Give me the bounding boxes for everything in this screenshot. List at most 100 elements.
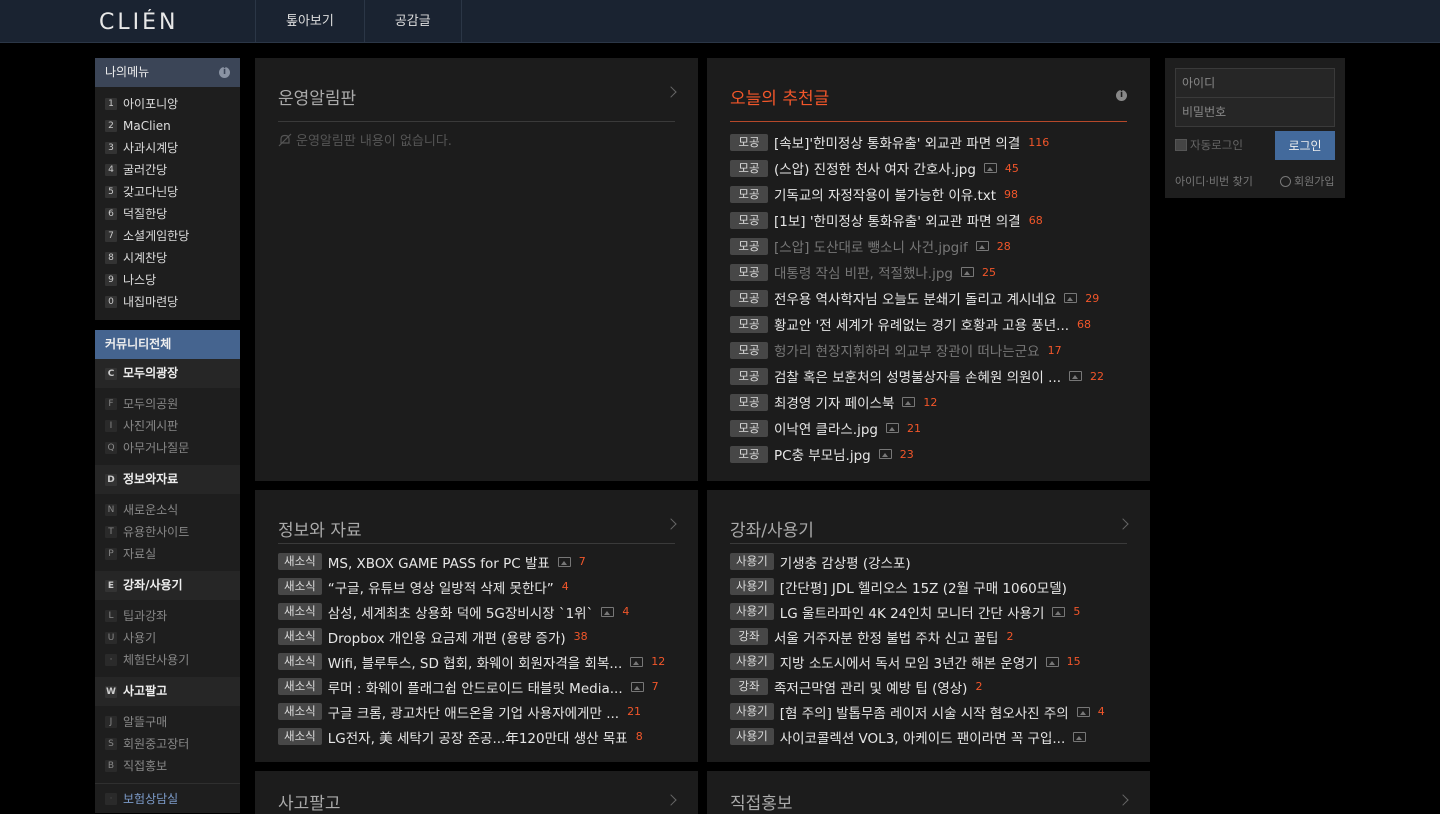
list-item[interactable]: 모공 최경영 기자 페이스북 12 [730, 389, 1127, 415]
post-title[interactable]: 헝가리 현장지휘하러 외교부 장관이 떠나는군요 [774, 340, 1040, 360]
community-header[interactable]: 커뮤니티전체 [95, 330, 240, 359]
list-item[interactable]: 모공 황교안 '전 세계가 유례없는 경기 호황과 고용 풍년... 68 [730, 311, 1127, 337]
post-title[interactable]: 구글 크롬, 광고차단 애드온을 기업 사용자에게만 ... [328, 702, 619, 722]
chevron-right-icon[interactable] [665, 86, 677, 98]
list-item[interactable]: 사용기 사이코콜렉션 VOL3, 아케이드 팬이라면 꼭 구입... [730, 724, 1127, 749]
sidebar-category[interactable]: W 사고팔고 [95, 677, 240, 706]
post-title[interactable]: 황교안 '전 세계가 유례없는 경기 호황과 고용 풍년... [774, 314, 1069, 334]
tab-empathy[interactable]: 공감글 [363, 0, 462, 43]
sidebar-item[interactable]: 1 아이포니앙 [95, 93, 240, 115]
list-item[interactable]: 새소식 구글 크롬, 광고차단 애드온을 기업 사용자에게만 ... 21 [278, 699, 675, 724]
list-item[interactable]: 새소식 삼성, 세계최초 상용화 덕에 5G장비시장 `1위` 4 [278, 599, 675, 624]
sidebar-item[interactable]: F 모두의공원 [95, 393, 240, 415]
sell-panel-title[interactable]: 사고팔고 [278, 789, 341, 814]
list-item[interactable]: 사용기 [혐 주의] 발톱무좀 레이저 시술 시작 혐오사진 주의 4 [730, 699, 1127, 724]
list-item[interactable]: 새소식 MS, XBOX GAME PASS for PC 발표 7 [278, 549, 675, 574]
list-item[interactable]: 모공 [1보] '한미정상 통화유출' 외교관 파면 의결 68 [730, 207, 1127, 233]
post-title[interactable]: (스압) 진정한 천사 여자 간호사.jpg [774, 158, 976, 178]
notice-panel-title[interactable]: 운영알림판 [278, 84, 356, 109]
list-item[interactable]: 모공 [속보]'한미정상 통화유출' 외교관 파면 의결 116 [730, 129, 1127, 155]
sidebar-item[interactable]: 0 내집마련당 [95, 291, 240, 313]
find-account-link[interactable]: 아이디·비번 찾기 [1175, 173, 1253, 189]
list-item[interactable]: 새소식 “구글, 유튜브 영상 일방적 삭제 못한다” 4 [278, 574, 675, 599]
list-item[interactable]: 사용기 LG 울트라파인 4K 24인치 모니터 간단 사용기 5 [730, 599, 1127, 624]
sidebar-item[interactable]: U 사용기 [95, 627, 240, 649]
list-item[interactable]: 모공 대통령 작심 비판, 적절했나.jpg 25 [730, 259, 1127, 285]
post-title[interactable]: Wifi, 블루투스, SD 협회, 화웨이 회원자격을 회복... [328, 652, 623, 672]
list-item[interactable]: 모공 검찰 혹은 보훈처의 성명불상자를 손혜원 의원이 ... 22 [730, 363, 1127, 389]
tab-explore[interactable]: 톺아보기 [255, 0, 364, 43]
info-icon[interactable]: i [219, 67, 230, 78]
post-title[interactable]: [스압] 도산대로 뺑소니 사건.jpgif [774, 236, 968, 256]
sidebar-item-insurance[interactable]: · 보험상담실 [95, 783, 240, 813]
list-item[interactable]: 사용기 기생충 감상평 (강스포) [730, 549, 1127, 574]
sidebar-item[interactable]: · 체험단사용기 [95, 649, 240, 671]
list-item[interactable]: 모공 (스압) 진정한 천사 여자 간호사.jpg 45 [730, 155, 1127, 181]
post-title[interactable]: 지방 소도시에서 독서 모임 3년간 해본 운영기 [780, 652, 1038, 672]
sidebar-item[interactable]: T 유용한사이트 [95, 521, 240, 543]
list-item[interactable]: 사용기 지방 소도시에서 독서 모임 3년간 해본 운영기 15 [730, 649, 1127, 674]
login-button[interactable]: 로그인 [1275, 131, 1335, 160]
sidebar-item[interactable]: 6 덕질한당 [95, 203, 240, 225]
post-title[interactable]: 루머 : 화웨이 플래그쉽 안드로이드 태블릿 Media... [328, 677, 623, 697]
list-item[interactable]: 강좌 서울 거주자분 한정 불법 주차 신고 꿀팁 2 [730, 624, 1127, 649]
list-item[interactable]: 모공 헝가리 현장지휘하러 외교부 장관이 떠나는군요 17 [730, 337, 1127, 363]
post-title[interactable]: LG전자, 美 세탁기 공장 준공...年120만대 생산 목표 [328, 727, 628, 747]
list-item[interactable]: 사용기 [간단평] JDL 헬리오스 15Z (2월 구매 1060모델) [730, 574, 1127, 599]
post-title[interactable]: 삼성, 세계최초 상용화 덕에 5G장비시장 `1위` [328, 602, 594, 622]
list-item[interactable]: 모공 기독교의 자정작용이 불가능한 이유.txt 98 [730, 181, 1127, 207]
sidebar-item[interactable]: 8 시계찬당 [95, 247, 240, 269]
password-input[interactable] [1175, 97, 1335, 127]
sidebar-item[interactable]: 3 사과시계당 [95, 137, 240, 159]
list-item[interactable]: 강좌 족저근막염 관리 및 예방 팁 (영상) 2 [730, 674, 1127, 699]
sidebar-category[interactable]: E 강좌/사용기 [95, 571, 240, 600]
sidebar-item[interactable]: I 사진게시판 [95, 415, 240, 437]
sidebar-item[interactable]: Q 아무거나질문 [95, 437, 240, 459]
list-item[interactable]: 새소식 Wifi, 블루투스, SD 협회, 화웨이 회원자격을 회복... 12 [278, 649, 675, 674]
post-title[interactable]: 대통령 작심 비판, 적절했나.jpg [774, 262, 953, 282]
post-title[interactable]: 기생충 감상평 (강스포) [780, 552, 911, 572]
sidebar-item[interactable]: P 자료실 [95, 543, 240, 565]
sidebar-item[interactable]: 4 굴러간당 [95, 159, 240, 181]
sidebar-category[interactable]: D 정보와자료 [95, 465, 240, 494]
chevron-right-icon[interactable] [1117, 794, 1129, 806]
sidebar-item[interactable]: 2 MaClien [95, 115, 240, 137]
list-item[interactable]: 새소식 LG전자, 美 세탁기 공장 준공...年120만대 생산 목표 8 [278, 724, 675, 749]
chevron-right-icon[interactable] [665, 794, 677, 806]
post-title[interactable]: Dropbox 개인용 요금제 개편 (용량 증가) [328, 627, 566, 647]
auto-login[interactable]: 자동로그인 [1175, 137, 1243, 153]
chevron-right-icon[interactable] [1117, 518, 1129, 530]
post-title[interactable]: 전우용 역사학자님 오늘도 분쇄기 돌리고 계시네요 [774, 288, 1056, 308]
sidebar-item[interactable]: L 팁과강좌 [95, 605, 240, 627]
sidebar-category[interactable]: C 모두의광장 [95, 359, 240, 388]
post-title[interactable]: 사이코콜렉션 VOL3, 아케이드 팬이라면 꼭 구입... [780, 727, 1066, 747]
list-item[interactable]: 모공 [스압] 도산대로 뺑소니 사건.jpgif 28 [730, 233, 1127, 259]
post-title[interactable]: 이낙연 클라스.jpg [774, 418, 878, 438]
post-title[interactable]: [속보]'한미정상 통화유출' 외교관 파면 의결 [774, 132, 1020, 152]
sidebar-item[interactable]: N 새로운소식 [95, 499, 240, 521]
post-title[interactable]: MS, XBOX GAME PASS for PC 발표 [328, 552, 550, 572]
post-title[interactable]: LG 울트라파인 4K 24인치 모니터 간단 사용기 [780, 602, 1045, 622]
info-icon[interactable]: i [1116, 90, 1127, 101]
post-title[interactable]: [1보] '한미정상 통화유출' 외교관 파면 의결 [774, 210, 1021, 230]
sidebar-item[interactable]: 7 소셜게임한당 [95, 225, 240, 247]
recommend-panel-title[interactable]: 오늘의 추천글 [730, 84, 829, 109]
post-title[interactable]: PC충 부모님.jpg [774, 444, 871, 464]
sidebar-item[interactable]: 5 갖고다닌당 [95, 181, 240, 203]
sidebar-item[interactable]: 9 나스당 [95, 269, 240, 291]
id-input[interactable] [1175, 68, 1335, 98]
sidebar-item[interactable]: J 알뜰구매 [95, 711, 240, 733]
list-item[interactable]: 모공 이낙연 클라스.jpg 21 [730, 415, 1127, 441]
post-title[interactable]: 기독교의 자정작용이 불가능한 이유.txt [774, 184, 996, 204]
lecture-panel-title[interactable]: 강좌/사용기 [730, 516, 814, 541]
list-item[interactable]: 새소식 Dropbox 개인용 요금제 개편 (용량 증가) 38 [278, 624, 675, 649]
post-title[interactable]: [간단평] JDL 헬리오스 15Z (2월 구매 1060모델) [780, 577, 1067, 597]
sidebar-item[interactable]: B 직접홍보 [95, 755, 240, 777]
post-title[interactable]: [혐 주의] 발톱무좀 레이저 시술 시작 혐오사진 주의 [780, 702, 1069, 722]
info-panel-title[interactable]: 정보와 자료 [278, 516, 362, 541]
list-item[interactable]: 모공 전우용 역사학자님 오늘도 분쇄기 돌리고 계시네요 29 [730, 285, 1127, 311]
list-item[interactable]: 새소식 루머 : 화웨이 플래그쉽 안드로이드 태블릿 Media... 7 [278, 674, 675, 699]
join-link[interactable]: 회원가입 [1280, 173, 1334, 189]
post-title[interactable]: 최경영 기자 페이스북 [774, 392, 894, 412]
post-title[interactable]: “구글, 유튜브 영상 일방적 삭제 못한다” [328, 577, 554, 597]
